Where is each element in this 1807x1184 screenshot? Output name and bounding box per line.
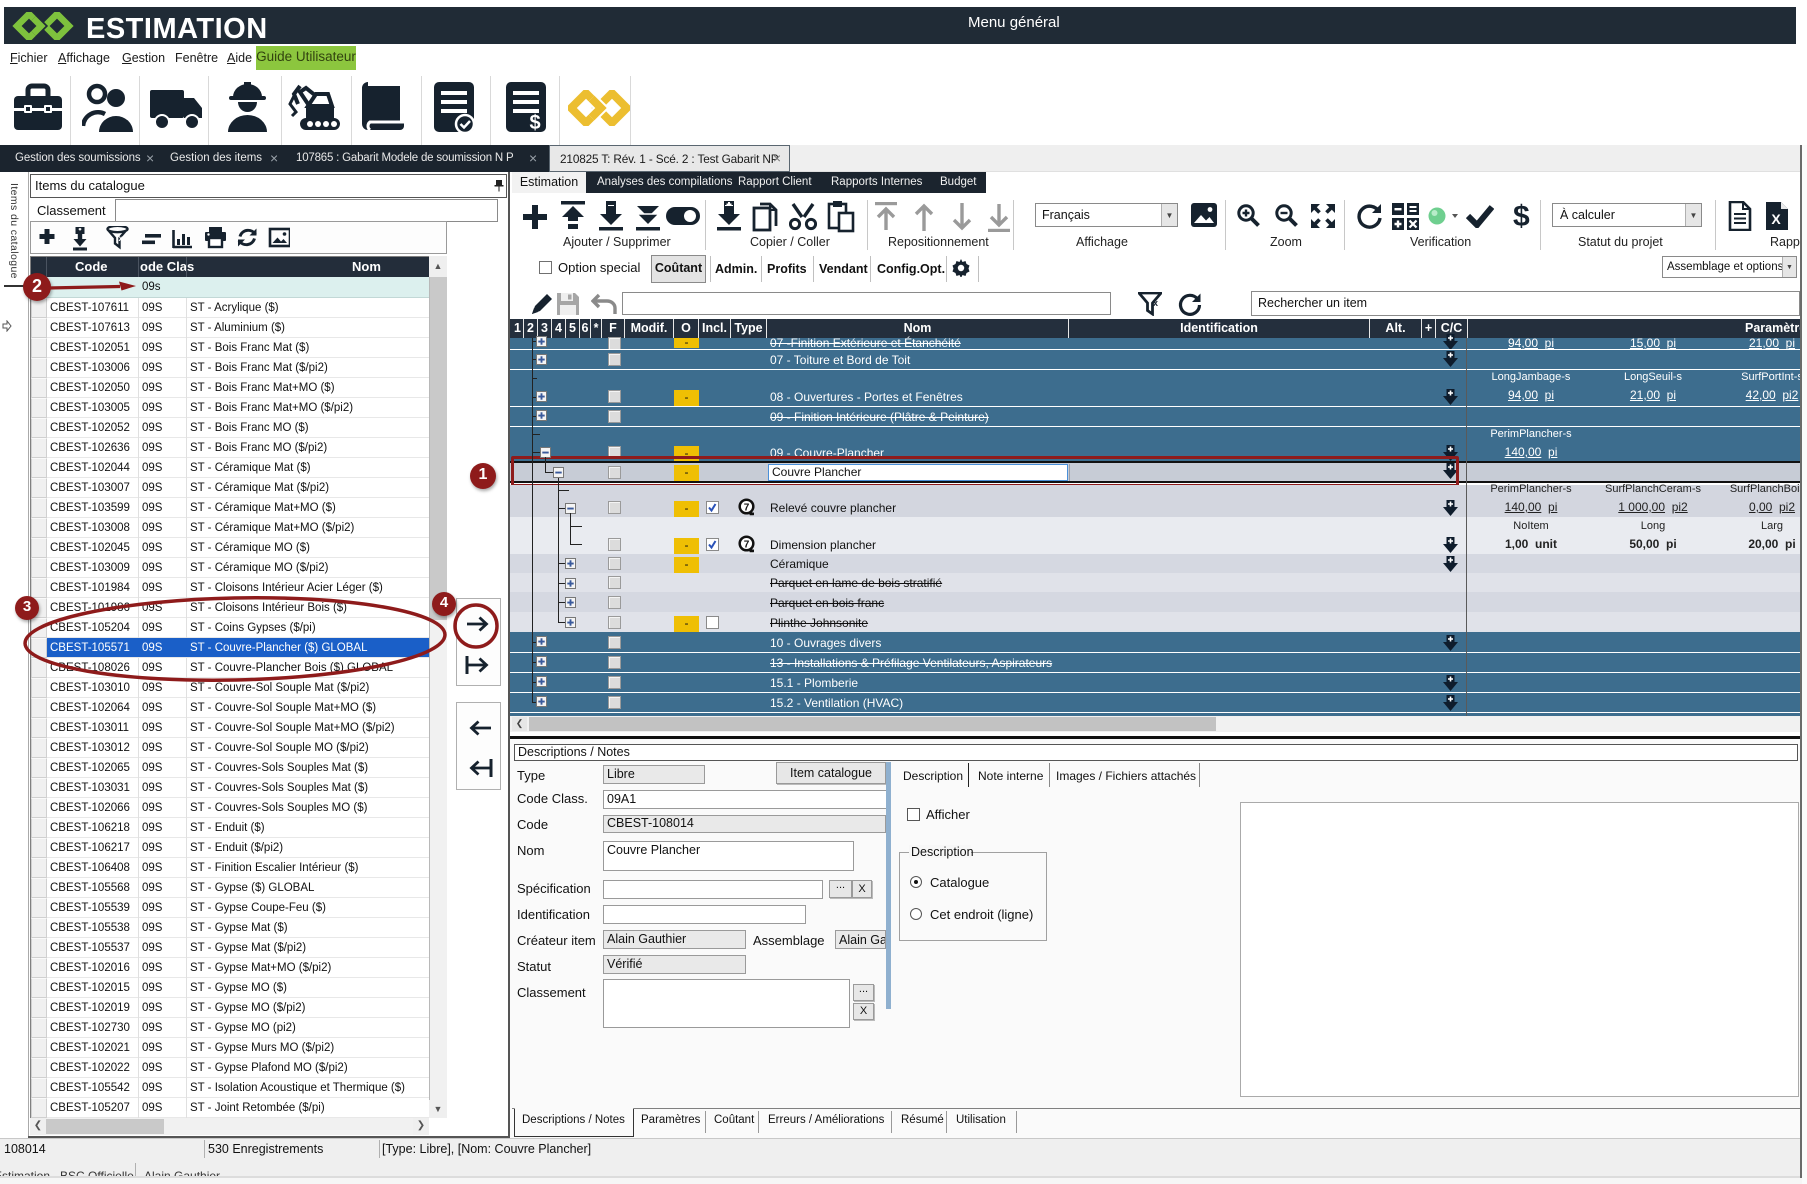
svg-text:X: X — [1771, 211, 1781, 227]
svg-text:7: 7 — [744, 502, 750, 513]
svg-text:x: x — [119, 233, 124, 243]
svg-text:x: x — [1153, 298, 1158, 308]
svg-text:$: $ — [529, 112, 540, 134]
svg-text:7: 7 — [744, 539, 750, 550]
